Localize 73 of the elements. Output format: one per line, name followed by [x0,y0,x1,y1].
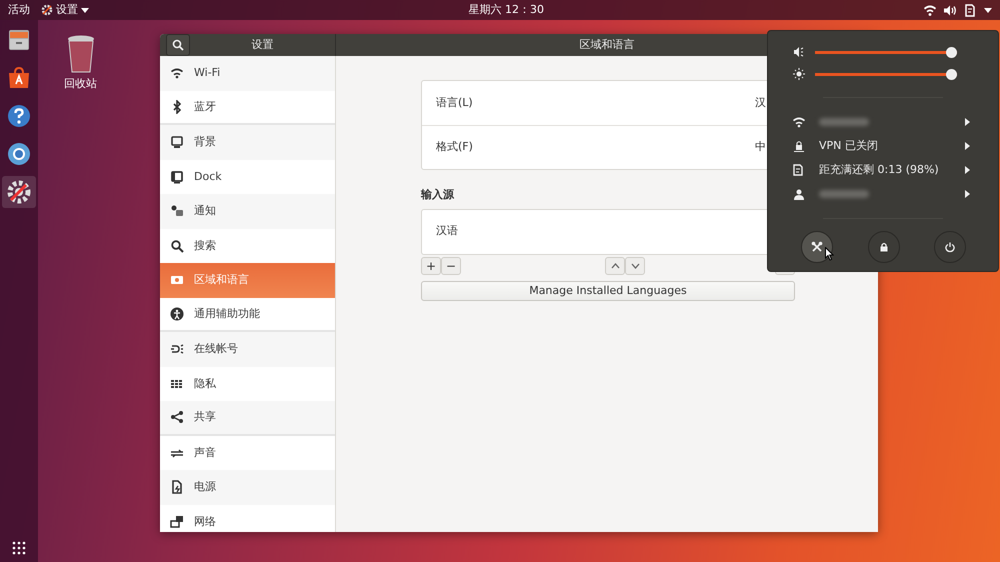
row-label: 语言(L) [436,94,473,111]
sidebar-item[interactable]: 网络 [160,504,335,532]
wifi-icon[interactable] [924,4,936,16]
submenu-arrow-icon [965,166,970,174]
window-title: 区域和语言 [580,36,634,53]
move-down-button[interactable] [625,257,645,276]
wifi-icon [793,116,805,128]
sidebar-item[interactable]: 在线帐号 [160,332,335,366]
sidebar-item[interactable]: 声音 [160,436,335,470]
power-button[interactable] [934,231,966,263]
caret-icon [80,8,88,12]
volume-icon[interactable] [944,4,957,16]
chevron-up-icon [610,263,620,270]
app-grid-icon[interactable] [12,540,26,555]
lock-button[interactable] [868,231,900,263]
sidebar-item[interactable]: 搜索 [160,228,335,263]
sidebar-title: 设置 [252,36,274,53]
search-icon [170,238,184,253]
sidebar-item[interactable]: 通知 [160,194,335,228]
brightness-icon [793,68,805,80]
help-app-icon[interactable] [6,103,32,129]
settings-app-icon[interactable] [6,179,32,205]
mouse-pointer-icon [825,247,834,261]
section-heading: 输入源 [421,186,455,202]
row-value[interactable]: 中 [755,139,766,156]
settings-button[interactable] [801,231,833,263]
files-app-icon[interactable] [6,27,32,53]
row-value[interactable]: 汉 [755,94,766,112]
notifications-icon [170,204,184,218]
sidebar-item[interactable]: 共享 [160,401,335,436]
volume-slider[interactable] [815,46,957,58]
power-icon [170,480,184,494]
sidebar-item[interactable]: Wi-Fi [160,56,335,90]
user-icon [793,188,805,200]
desktop-icon-label[interactable]: 回收站 [64,76,97,92]
power-icon [944,241,956,253]
brightness-slider[interactable] [815,68,957,80]
sharing-icon [170,410,184,424]
lock-icon [878,241,890,253]
submenu-arrow-icon [965,142,970,150]
browser-app-icon[interactable] [6,141,32,167]
accessibility-icon [170,306,184,321]
menu-item[interactable]: VPN 已关闭 [768,134,998,158]
sidebar-item[interactable]: Dock [160,160,335,194]
software-app-icon[interactable] [6,65,32,91]
app-menu[interactable]: 设置 [41,2,88,18]
search-button[interactable] [166,34,190,56]
manage-languages-button[interactable]: Manage Installed Languages [421,280,795,301]
caret-icon[interactable] [984,8,992,12]
gear-icon [41,4,53,16]
move-up-button[interactable] [605,257,625,276]
sidebar-item[interactable]: 隐私 [160,366,335,401]
vpn-icon [793,140,805,152]
activities-button[interactable]: 活动 [8,2,30,18]
sidebar-item[interactable]: 电源 [160,470,335,504]
accounts-icon [170,342,184,356]
add-button[interactable]: + [421,257,441,276]
network-icon [170,514,184,529]
wifi-icon [170,66,184,80]
sidebar-item[interactable]: 背景 [160,125,335,160]
row-label: 格式(F) [436,139,473,156]
chevron-down-icon [630,263,640,270]
trash-icon[interactable] [66,34,96,74]
volume-icon [793,46,805,58]
submenu-arrow-icon [965,118,970,126]
remove-button[interactable]: − [441,257,461,276]
submenu-arrow-icon [965,190,970,198]
tools-icon [811,241,823,253]
search-icon [172,39,184,51]
clock[interactable]: 星期六 12：30 [468,2,544,18]
background-icon [170,135,184,150]
menu-item[interactable]: 距充满还剩 0:13 (98%) [768,158,998,182]
dock-icon [170,170,184,184]
